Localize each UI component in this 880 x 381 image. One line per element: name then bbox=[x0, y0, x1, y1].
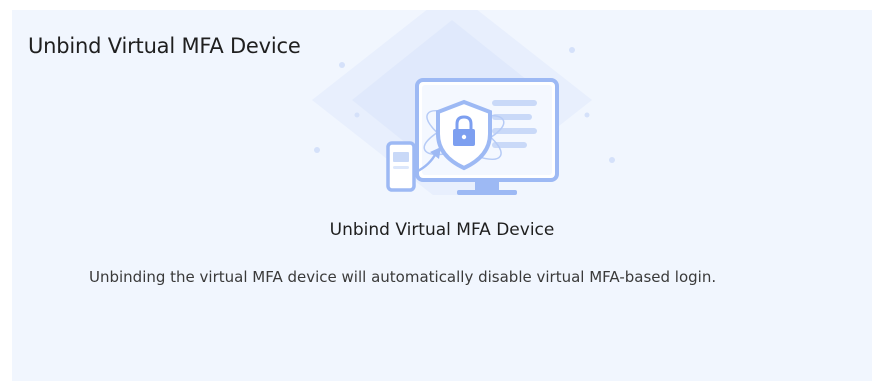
headline: Unbind Virtual MFA Device bbox=[329, 220, 555, 240]
unbind-mfa-card: Unbind Virtual MFA Device Unbind Virtual… bbox=[12, 10, 872, 381]
description: Unbinding the virtual MFA device will au… bbox=[89, 268, 717, 286]
unbind-mfa-illustration-icon bbox=[312, 10, 615, 195]
